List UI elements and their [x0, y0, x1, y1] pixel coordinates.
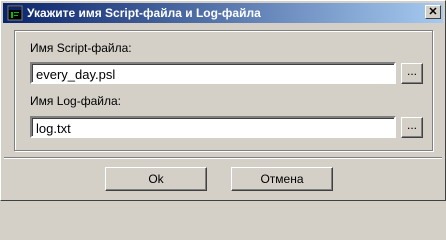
window-title: Укажите имя Script-файла и Log-файла	[27, 6, 261, 20]
log-file-input[interactable]: log.txt	[30, 116, 396, 138]
title-bar[interactable]: Укажите имя Script-файла и Log-файла ✕	[3, 3, 443, 23]
close-icon: ✕	[428, 5, 438, 18]
log-browse-button[interactable]: ...	[401, 117, 423, 138]
close-button[interactable]: ✕	[425, 5, 441, 19]
script-file-label: Имя Script-файла:	[30, 41, 132, 55]
log-file-label: Имя Log-файла:	[30, 94, 121, 108]
cancel-button[interactable]: Отмена	[231, 167, 333, 191]
script-browse-button[interactable]: ...	[401, 63, 423, 84]
dialog-window: Укажите имя Script-файла и Log-файла ✕ И…	[0, 0, 446, 201]
terminal-app-icon	[7, 5, 23, 21]
script-file-input[interactable]: every_day.psl	[30, 62, 396, 84]
ok-button[interactable]: Ok	[105, 167, 207, 191]
button-separator	[4, 157, 442, 159]
